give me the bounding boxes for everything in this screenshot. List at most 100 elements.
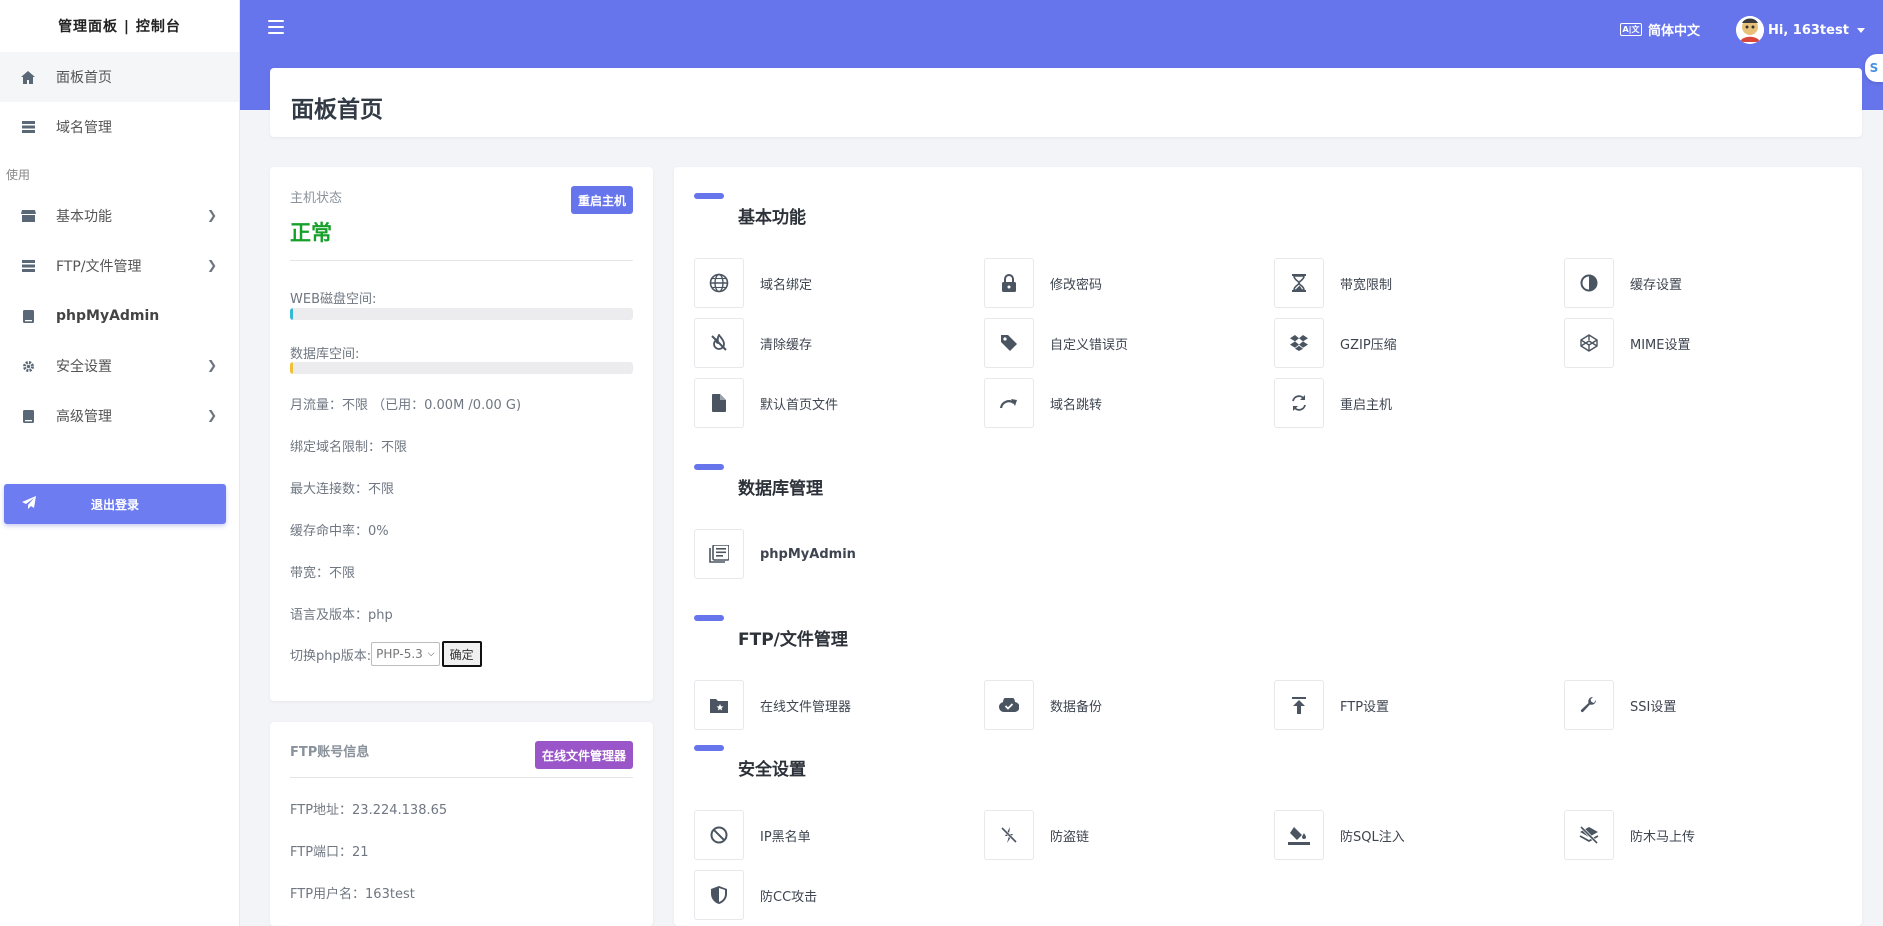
upload-icon — [1274, 680, 1324, 730]
func-cache-settings[interactable]: 缓存设置 — [1564, 257, 1682, 309]
section-title: 数据库管理 — [738, 479, 823, 499]
func-ssi-settings[interactable]: SSI设置 — [1564, 679, 1676, 731]
host-status-value: 正常 — [290, 221, 332, 245]
section-title: FTP/文件管理 — [738, 630, 848, 650]
func-clear-cache[interactable]: 清除缓存 — [694, 317, 812, 369]
sidebar-item-label: FTP/文件管理 — [56, 259, 142, 275]
func-label: phpMyAdmin — [760, 546, 856, 562]
dropbox-icon — [1274, 318, 1324, 368]
user-menu[interactable]: Hi, 163test — [1736, 16, 1865, 44]
store-icon — [18, 210, 38, 222]
func-domain-redirect[interactable]: 域名跳转 — [984, 377, 1102, 429]
ftp-info-card: FTP账号信息 在线文件管理器 FTP地址：23.224.138.65 FTP端… — [270, 722, 653, 926]
wrench-icon — [1564, 680, 1614, 730]
cache-hit-rate: 缓存命中率：0% — [290, 524, 389, 539]
func-label: 默认首页文件 — [760, 397, 839, 413]
logout-button[interactable]: 退出登录 — [4, 484, 226, 524]
section-marker — [694, 464, 724, 470]
php-switch-label: 切换php版本: — [290, 648, 372, 664]
web-disk-fill — [290, 308, 294, 320]
func-domain-binding[interactable]: 域名绑定 — [694, 257, 812, 309]
web-disk-label: WEB磁盘空间: — [290, 292, 377, 307]
side-tab[interactable]: S — [1865, 54, 1883, 82]
db-space-fill — [290, 362, 294, 374]
chevron-right-icon: ❯ — [206, 258, 217, 272]
func-custom-error-page[interactable]: 自定义错误页 — [984, 317, 1128, 369]
func-restart-host[interactable]: 重启主机 — [1274, 377, 1392, 429]
section-database: 数据库管理 — [694, 464, 823, 499]
avatar — [1736, 16, 1764, 44]
language-version: 语言及版本：php — [290, 608, 393, 623]
no-fire-icon — [694, 318, 744, 368]
page-title-card: 面板首页 — [270, 68, 1862, 137]
sidebar-item-label: 高级管理 — [56, 409, 112, 425]
ftp-info-caption: FTP账号信息 — [290, 745, 370, 760]
section-basic: 基本功能 — [694, 193, 806, 228]
sidebar-item-phpmyadmin[interactable]: phpMyAdmin — [0, 291, 239, 341]
max-connections: 最大连接数：不限 — [290, 482, 395, 497]
file-manager-button[interactable]: 在线文件管理器 — [534, 741, 633, 769]
func-anti-hotlink[interactable]: 防盗链 — [984, 809, 1089, 861]
menu-toggle-icon[interactable] — [268, 20, 284, 38]
codepen-icon — [1564, 318, 1614, 368]
func-anti-trojan-upload[interactable]: 防木马上传 — [1564, 809, 1695, 861]
db-space-bar — [290, 362, 633, 374]
func-label: 防盗链 — [1050, 829, 1090, 845]
chevron-right-icon: ❯ — [206, 408, 217, 422]
php-version-select[interactable]: PHP-5.3 ⌵ — [371, 642, 440, 666]
brand-title: 管理面板 | 控制台 — [58, 19, 181, 35]
func-change-password[interactable]: 修改密码 — [984, 257, 1102, 309]
func-ip-blacklist[interactable]: IP黑名单 — [694, 809, 811, 861]
func-online-file-manager[interactable]: 在线文件管理器 — [694, 679, 851, 731]
file-icon — [694, 378, 744, 428]
restart-host-button[interactable]: 重启主机 — [570, 186, 633, 214]
func-label: MIME设置 — [1630, 337, 1691, 353]
confirm-button[interactable]: 确定 — [441, 641, 482, 667]
sidebar-item-ftp[interactable]: FTP/文件管理 ❯ — [0, 241, 239, 291]
language-switcher[interactable]: A|文 简体中文 — [1620, 20, 1700, 39]
func-label: 在线文件管理器 — [760, 699, 852, 715]
func-data-backup[interactable]: 数据备份 — [984, 679, 1102, 731]
section-title: 基本功能 — [738, 208, 806, 228]
func-bandwidth-limit[interactable]: 带宽限制 — [1274, 257, 1392, 309]
sidebar-item-basic[interactable]: 基本功能 ❯ — [0, 191, 239, 241]
book-icon — [18, 409, 38, 423]
sidebar-item-security[interactable]: 安全设置 ❯ — [0, 341, 239, 391]
ftp-port: FTP端口：21 — [290, 845, 369, 860]
cloud-check-icon — [984, 680, 1034, 730]
sync-icon — [1274, 378, 1324, 428]
func-label: 防SQL注入 — [1340, 829, 1405, 845]
func-label: GZIP压缩 — [1340, 337, 1397, 353]
sidebar-section-label: 使用 — [6, 168, 31, 182]
func-default-index[interactable]: 默认首页文件 — [694, 377, 838, 429]
hourglass-icon — [1274, 258, 1324, 308]
paper-plane-icon — [22, 496, 36, 512]
sidebar-item-label: 面板首页 — [56, 70, 112, 86]
func-mime[interactable]: MIME设置 — [1564, 317, 1690, 369]
divider — [290, 260, 633, 261]
func-anti-sql-injection[interactable]: 防SQL注入 — [1274, 809, 1405, 861]
func-label: 防CC攻击 — [760, 889, 818, 905]
tag-icon — [984, 318, 1034, 368]
sidebar-item-domains[interactable]: 域名管理 — [0, 102, 239, 152]
domain-limit: 绑定域名限制：不限 — [290, 440, 408, 455]
func-ftp-settings[interactable]: FTP设置 — [1274, 679, 1389, 731]
sidebar-item-advanced[interactable]: 高级管理 ❯ — [0, 391, 239, 441]
globe-icon — [694, 258, 744, 308]
php-version-value: PHP-5.3 — [376, 647, 423, 661]
sidebar-item-dashboard[interactable]: 面板首页 — [0, 52, 239, 102]
func-gzip[interactable]: GZIP压缩 — [1274, 317, 1397, 369]
func-phpmyadmin[interactable]: phpMyAdmin — [694, 528, 856, 580]
sidebar-item-label: 基本功能 — [56, 209, 112, 225]
user-greeting: Hi, 163test — [1768, 22, 1849, 38]
section-ftp: FTP/文件管理 — [694, 615, 848, 650]
book-icon — [18, 309, 38, 323]
func-label: 防木马上传 — [1630, 829, 1696, 845]
layer-off-icon — [1564, 810, 1614, 860]
func-label: 域名绑定 — [760, 277, 813, 293]
section-marker — [694, 193, 724, 199]
func-label: 数据备份 — [1050, 699, 1103, 715]
func-anti-cc-attack[interactable]: 防CC攻击 — [694, 869, 817, 921]
chevron-right-icon: ❯ — [206, 358, 217, 372]
ftp-username: FTP用户名：163test — [290, 887, 415, 902]
